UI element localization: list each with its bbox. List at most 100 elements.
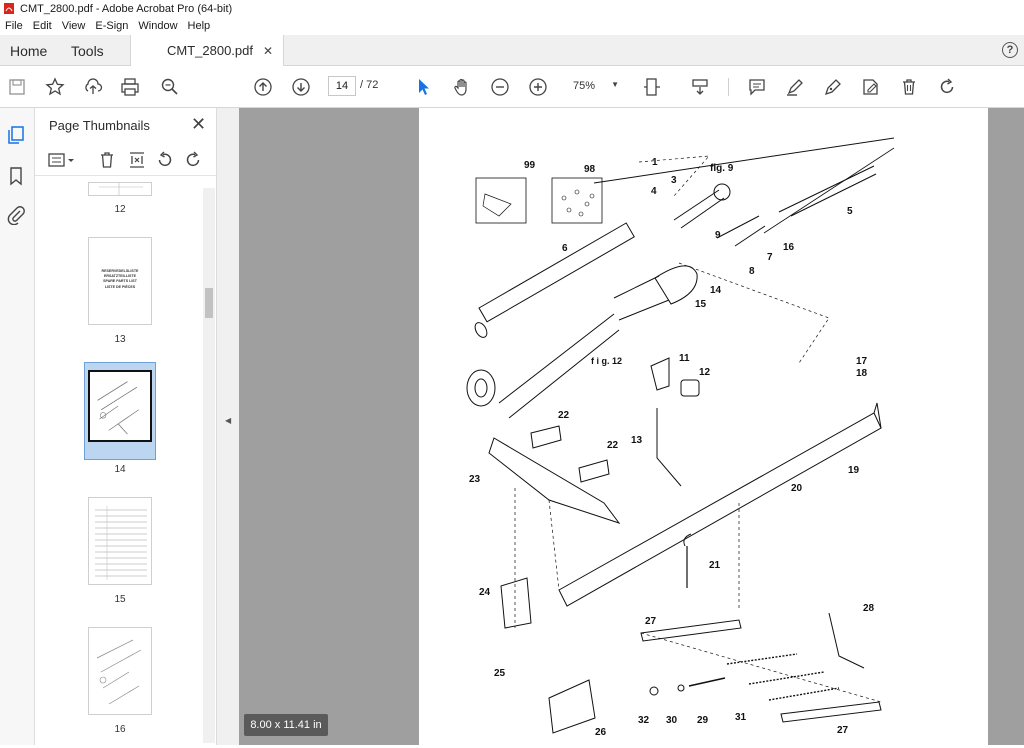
hand-tool-icon[interactable] (451, 76, 473, 98)
document-viewer[interactable]: 99 98 1 fig. 9 4 3 5 6 9 16 7 8 14 15 f … (239, 108, 1024, 745)
scroll-mode-icon[interactable] (689, 76, 711, 98)
menu-file[interactable]: File (3, 20, 25, 32)
thumbnail-cover-text: RESERVEDELSLISTE ERSATZTEILLISTE SPARE P… (101, 269, 139, 289)
thumbnail-page-15[interactable] (88, 497, 152, 585)
thumbnail-page-14[interactable] (88, 370, 152, 442)
page-number-input[interactable]: 14 (328, 76, 356, 96)
menu-edit[interactable]: Edit (31, 20, 54, 32)
thumbnail-page-12[interactable] (88, 182, 152, 196)
callout-21: 21 (709, 560, 721, 571)
rotate-icon[interactable] (936, 76, 958, 98)
tab-bar: Home Tools CMT_2800.pdf ✕ ? (0, 35, 1024, 66)
draw-pen-icon[interactable] (822, 76, 844, 98)
callout-15: 15 (695, 299, 707, 310)
callout-8: 8 (749, 266, 755, 277)
zoom-in-icon[interactable] (527, 76, 549, 98)
tab-document[interactable]: CMT_2800.pdf ✕ (130, 35, 284, 66)
callout-13: 13 (631, 435, 643, 446)
callout-6: 6 (562, 243, 568, 254)
page-size-tooltip: 8.00 x 11.41 in (244, 714, 328, 736)
callout-16: 16 (783, 242, 795, 253)
comment-icon[interactable] (746, 76, 768, 98)
callout-11: 11 (679, 353, 690, 364)
select-cursor-icon[interactable] (413, 76, 435, 98)
menu-bar: File Edit View E-Sign Window Help (0, 17, 1024, 35)
callout-28: 28 (863, 603, 875, 614)
acrobat-icon (4, 3, 14, 14)
callout-9: 9 (715, 230, 721, 241)
thumbnail-label: 14 (114, 464, 126, 475)
help-icon[interactable]: ? (1002, 42, 1018, 58)
callout-99: 99 (524, 160, 536, 171)
previous-page-icon[interactable] (252, 76, 274, 98)
delete-icon[interactable] (898, 76, 920, 98)
zoom-value: 75% (573, 80, 596, 92)
thumbnail-label: 16 (114, 724, 126, 735)
page-total: / 72 (360, 79, 379, 91)
star-icon[interactable] (44, 76, 66, 98)
callout-fig-12: f i g. 12 (591, 356, 622, 366)
callout-18: 18 (856, 368, 868, 379)
edit-text-icon[interactable] (860, 76, 882, 98)
tab-tools[interactable]: Tools (71, 35, 104, 66)
thumbnail-page-16[interactable] (88, 627, 152, 715)
rotate-right-icon[interactable] (183, 150, 203, 170)
print-icon[interactable] (119, 76, 141, 98)
page-thumbnails-icon[interactable] (5, 124, 27, 146)
rotate-left-icon[interactable] (155, 150, 175, 170)
callout-1: 1 (652, 157, 658, 168)
callout-22b: 22 (607, 440, 619, 451)
scrollbar-thumb[interactable] (205, 288, 213, 318)
main-toolbar: 14 / 72 75% ▼ (0, 66, 1024, 108)
options-menu-icon[interactable] (47, 150, 77, 170)
cloud-upload-icon[interactable] (82, 76, 104, 98)
callout-20: 20 (791, 483, 803, 494)
callout-27b: 27 (837, 725, 849, 736)
chevron-down-icon: ▼ (611, 80, 619, 89)
bookmark-icon[interactable] (5, 165, 27, 187)
thumbnail-toolbar (35, 146, 217, 176)
menu-window[interactable]: Window (136, 20, 179, 32)
callout-32: 32 (638, 715, 650, 726)
thumbnails-panel: Page Thumbnails ✕ 12 RESERVEDELSLISTE ER… (35, 108, 217, 745)
save-icon[interactable] (6, 76, 28, 98)
callout-19: 19 (848, 465, 860, 476)
chevron-left-icon: ◀ (225, 416, 232, 425)
menu-view[interactable]: View (60, 20, 88, 32)
window-title: CMT_2800.pdf - Adobe Acrobat Pro (64-bit… (20, 2, 233, 15)
panel-collapse-handle[interactable]: ◀ (217, 108, 239, 745)
callout-30: 30 (666, 715, 678, 726)
callout-25: 25 (494, 668, 506, 679)
page-fit-icon[interactable] (641, 76, 663, 98)
part-callouts: 99 98 1 fig. 9 4 3 5 6 9 16 7 8 14 15 f … (469, 157, 875, 738)
panel-title: Page Thumbnails (49, 118, 150, 133)
callout-7: 7 (767, 252, 773, 263)
delete-page-icon[interactable] (97, 150, 117, 170)
attachment-icon[interactable] (5, 204, 27, 226)
thumbnail-label: 12 (114, 204, 126, 215)
highlight-pen-icon[interactable] (784, 76, 806, 98)
close-icon[interactable]: ✕ (191, 114, 206, 135)
callout-4: 4 (651, 186, 657, 197)
search-icon[interactable] (159, 76, 181, 98)
thumbnail-page-13[interactable]: RESERVEDELSLISTE ERSATZTEILLISTE SPARE P… (88, 237, 152, 325)
close-tab-icon[interactable]: ✕ (263, 44, 273, 58)
tab-home[interactable]: Home (10, 35, 47, 66)
callout-31: 31 (735, 712, 747, 723)
zoom-out-icon[interactable] (489, 76, 511, 98)
callout-fig-9: fig. 9 (710, 163, 734, 174)
callout-3: 3 (671, 175, 677, 186)
next-page-icon[interactable] (290, 76, 312, 98)
callout-98: 98 (584, 164, 596, 175)
extract-page-icon[interactable] (127, 150, 147, 170)
thumbnail-label: 15 (114, 594, 126, 605)
thumbnail-scrollbar[interactable] (203, 188, 215, 743)
menu-esign[interactable]: E-Sign (93, 20, 130, 32)
tab-document-label: CMT_2800.pdf (167, 43, 253, 58)
zoom-select[interactable]: 75% ▼ (565, 76, 625, 96)
menu-help[interactable]: Help (186, 20, 213, 32)
callout-27a: 27 (645, 616, 657, 627)
title-bar: CMT_2800.pdf - Adobe Acrobat Pro (64-bit… (0, 0, 1024, 17)
callout-17: 17 (856, 356, 868, 367)
callout-26: 26 (595, 727, 607, 738)
